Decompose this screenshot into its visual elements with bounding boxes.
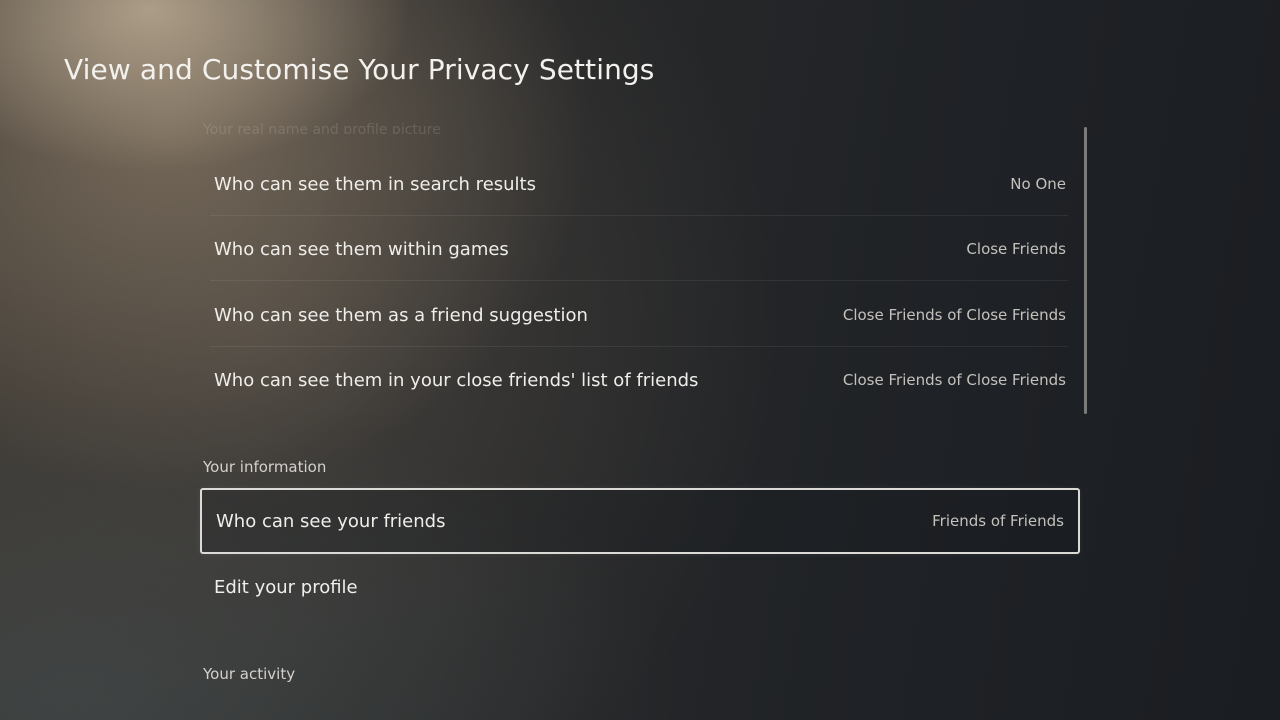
setting-label: Who can see your friends <box>216 510 446 532</box>
setting-label: Who can see them in search results <box>214 173 536 195</box>
setting-search-results[interactable]: Who can see them in search results No On… <box>200 152 1080 216</box>
setting-label: Edit your profile <box>214 576 358 598</box>
setting-within-games[interactable]: Who can see them within games Close Frie… <box>200 217 1080 281</box>
scrollbar[interactable] <box>1084 127 1087 414</box>
section-header-your-activity: Your activity <box>203 665 296 683</box>
setting-close-friends-list[interactable]: Who can see them in your close friends' … <box>200 348 1080 412</box>
setting-friend-suggestion[interactable]: Who can see them as a friend suggestion … <box>200 283 1080 347</box>
edit-profile-item[interactable]: Edit your profile <box>200 555 1080 619</box>
setting-label: Who can see them in your close friends' … <box>214 369 699 391</box>
section-header-real-name: Your real name and profile picture <box>203 122 441 134</box>
setting-value: Close Friends <box>966 240 1066 258</box>
setting-value: Close Friends of Close Friends <box>842 371 1066 389</box>
setting-value: Close Friends of Close Friends <box>842 306 1066 324</box>
page-title: View and Customise Your Privacy Settings <box>64 53 655 86</box>
section-header-your-information: Your information <box>203 458 327 476</box>
setting-label: Who can see them as a friend suggestion <box>214 304 588 326</box>
setting-value: Friends of Friends <box>932 512 1064 530</box>
setting-value: No One <box>1010 175 1066 193</box>
setting-who-can-see-friends[interactable]: Who can see your friends Friends of Frie… <box>200 488 1080 554</box>
setting-label: Who can see them within games <box>214 238 509 260</box>
